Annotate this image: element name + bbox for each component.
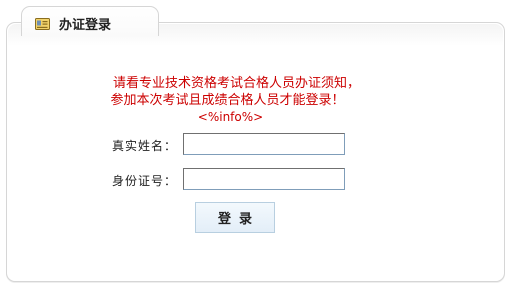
id-number-label: 身份证号： <box>112 174 178 188</box>
id-number-input[interactable] <box>183 168 345 190</box>
login-button[interactable]: 登录 <box>195 202 275 233</box>
notice-line-1: 请看专业技术资格考试合格人员办证须知， <box>112 76 360 91</box>
real-name-label: 真实姓名： <box>112 139 178 153</box>
panel-title-tab: 办证登录 <box>21 6 159 36</box>
real-name-input[interactable] <box>183 133 345 155</box>
info-placeholder: <%info%> <box>197 110 264 124</box>
panel-title: 办证登录 <box>59 18 112 33</box>
notice-line-2: 参加本次考试且成绩合格人员才能登录！ <box>110 93 345 108</box>
login-page: 办证登录 请看专业技术资格考试合格人员办证须知， 参加本次考试且成绩合格人员才能… <box>0 0 511 293</box>
certificate-card-icon <box>35 15 50 30</box>
